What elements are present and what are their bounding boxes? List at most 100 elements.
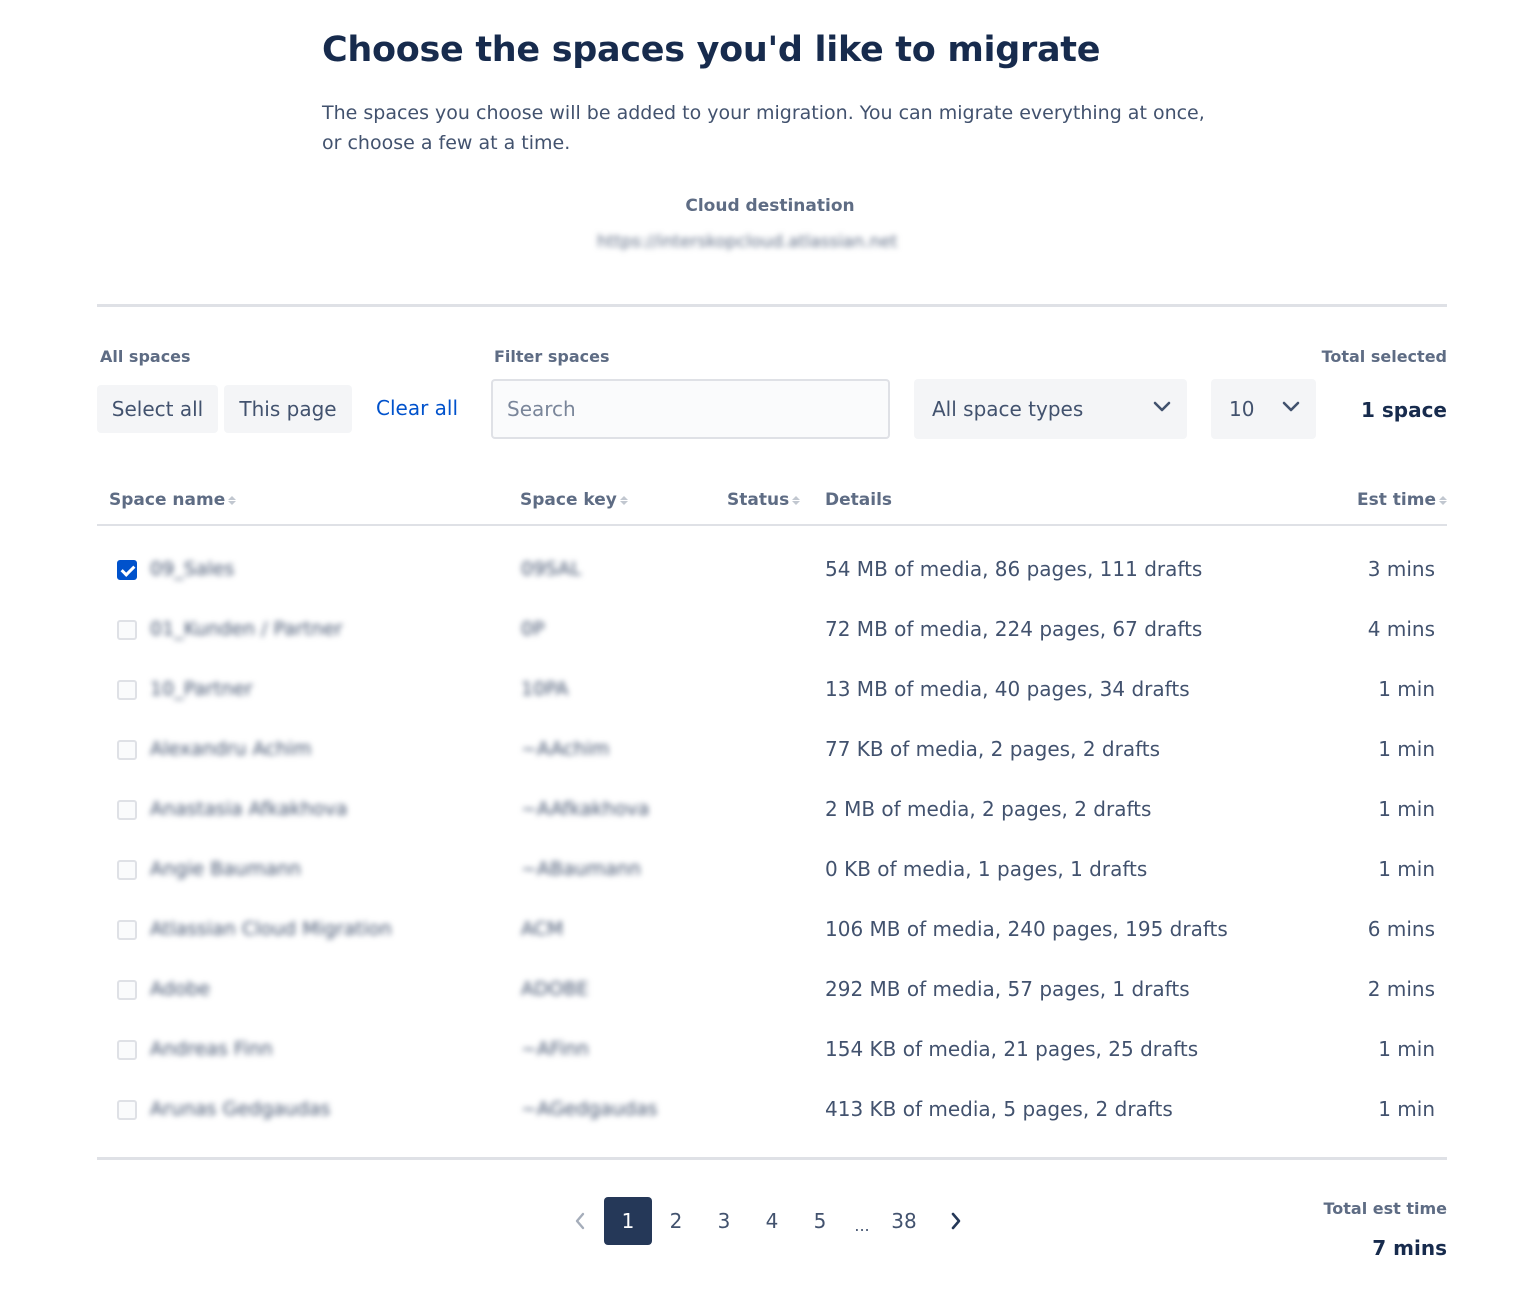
previous-page-button[interactable]	[560, 1197, 600, 1245]
page-size-select[interactable]: 10	[1211, 379, 1316, 439]
table-row: Angie Baumann ~ABaumann 0 KB of media, 1…	[97, 841, 1447, 901]
page-button-2[interactable]: 2	[652, 1197, 700, 1245]
clear-all-button[interactable]: Clear all	[376, 396, 458, 420]
space-est-time: 1 min	[1378, 1037, 1435, 1061]
space-name: Anastasia Afkakhova	[150, 798, 348, 820]
page-button-4[interactable]: 4	[748, 1197, 796, 1245]
space-details: 13 MB of media, 40 pages, 34 drafts	[825, 677, 1190, 701]
page-button-38[interactable]: 38	[880, 1197, 928, 1245]
pagination-ellipsis: ...	[854, 1215, 870, 1235]
column-header-details: Details	[825, 490, 893, 510]
page-title: Choose the spaces you'd like to migrate	[322, 30, 1101, 70]
space-key: ~AGedgaudas	[521, 1098, 658, 1120]
sort-icon	[228, 495, 237, 505]
space-est-time: 1 min	[1378, 1097, 1435, 1121]
table-row: Arunas Gedgaudas ~AGedgaudas 413 KB of m…	[97, 1081, 1447, 1141]
space-key: ~ABaumann	[521, 858, 641, 880]
space-key: ADOBE	[521, 978, 589, 1000]
column-header-space-key[interactable]: Space key	[520, 490, 628, 510]
space-key: 0P	[521, 618, 545, 640]
space-key: ~AAchim	[521, 738, 610, 760]
sort-icon	[1439, 495, 1447, 505]
table-row: 09_Sales 09SAL 54 MB of media, 86 pages,…	[97, 541, 1447, 601]
total-est-time-label: Total est time	[1323, 1199, 1447, 1218]
space-est-time: 6 mins	[1367, 917, 1435, 941]
row-checkbox[interactable]	[117, 1100, 137, 1120]
space-types-select[interactable]: All space types	[914, 379, 1187, 439]
page-button-5[interactable]: 5	[796, 1197, 844, 1245]
space-key: ~AFinn	[521, 1038, 589, 1060]
column-header-status[interactable]: Status	[727, 490, 801, 510]
space-name: Alexandru Achim	[150, 738, 312, 760]
chevron-down-icon	[1153, 401, 1171, 412]
space-details: 72 MB of media, 224 pages, 67 drafts	[825, 617, 1203, 641]
space-name: 09_Sales	[150, 558, 235, 580]
space-details: 154 KB of media, 21 pages, 25 drafts	[825, 1037, 1199, 1061]
total-selected-label: Total selected	[1321, 347, 1447, 366]
chevron-left-icon	[575, 1212, 585, 1230]
table-footer-divider	[97, 1157, 1447, 1160]
row-checkbox[interactable]	[117, 680, 137, 700]
total-est-time-value: 7 mins	[1372, 1236, 1447, 1260]
row-checkbox[interactable]	[117, 620, 137, 640]
search-input[interactable]	[491, 379, 890, 439]
space-details: 54 MB of media, 86 pages, 111 drafts	[825, 557, 1203, 581]
chevron-down-icon	[1282, 401, 1300, 412]
cloud-destination-label: Cloud destination	[685, 196, 855, 216]
space-details: 413 KB of media, 5 pages, 2 drafts	[825, 1097, 1173, 1121]
space-details: 292 MB of media, 57 pages, 1 drafts	[825, 977, 1190, 1001]
space-est-time: 3 mins	[1367, 557, 1435, 581]
all-spaces-label: All spaces	[100, 347, 191, 366]
chevron-right-icon	[951, 1212, 961, 1230]
select-all-button[interactable]: Select all	[97, 385, 218, 433]
space-name: Andreas Finn	[150, 1038, 273, 1060]
space-est-time: 1 min	[1378, 857, 1435, 881]
sort-icon	[792, 495, 801, 505]
row-checkbox[interactable]	[117, 1040, 137, 1060]
space-est-time: 1 min	[1378, 677, 1435, 701]
table-row: Andreas Finn ~AFinn 154 KB of media, 21 …	[97, 1021, 1447, 1081]
column-header-est-time[interactable]: Est time	[1357, 490, 1447, 510]
row-checkbox[interactable]	[117, 920, 137, 940]
space-key: 09SAL	[521, 558, 582, 580]
space-name: Atlassian Cloud Migration	[150, 918, 392, 940]
cloud-destination-url: https://interskopcloud.atlassian.net	[597, 232, 898, 252]
sort-icon	[619, 495, 628, 505]
table-row: Alexandru Achim ~AAchim 77 KB of media, …	[97, 721, 1447, 781]
this-page-button[interactable]: This page	[224, 385, 352, 433]
space-types-value: All space types	[932, 397, 1084, 421]
row-checkbox[interactable]	[117, 800, 137, 820]
row-checkbox[interactable]	[117, 980, 137, 1000]
space-est-time: 2 mins	[1367, 977, 1435, 1001]
space-name: Angie Baumann	[150, 858, 302, 880]
space-est-time: 1 min	[1378, 797, 1435, 821]
row-checkbox[interactable]	[117, 560, 137, 580]
total-selected-value: 1 space	[1360, 398, 1447, 422]
space-details: 2 MB of media, 2 pages, 2 drafts	[825, 797, 1152, 821]
filter-spaces-label: Filter spaces	[494, 347, 610, 366]
space-key: ~AAfkakhova	[521, 798, 650, 820]
space-details: 0 KB of media, 1 pages, 1 drafts	[825, 857, 1148, 881]
space-name: 10_Partner	[150, 678, 253, 700]
column-header-space-name[interactable]: Space name	[109, 490, 237, 510]
space-details: 106 MB of media, 240 pages, 195 drafts	[825, 917, 1228, 941]
pagination: 1 2 3 4 5 ... 38	[560, 1197, 976, 1245]
page-button-1[interactable]: 1	[604, 1197, 652, 1245]
space-name: 01_Kunden / Partner	[150, 618, 343, 640]
space-key: ACM	[521, 918, 564, 940]
row-checkbox[interactable]	[117, 740, 137, 760]
table-row: Atlassian Cloud Migration ACM 106 MB of …	[97, 901, 1447, 961]
page-description: The spaces you choose will be added to y…	[322, 102, 1205, 154]
space-key: 10PA	[521, 678, 569, 700]
row-checkbox[interactable]	[117, 860, 137, 880]
table-row: Anastasia Afkakhova ~AAfkakhova 2 MB of …	[97, 781, 1447, 841]
space-name: Arunas Gedgaudas	[150, 1098, 331, 1120]
table-row: Adobe ADOBE 292 MB of media, 57 pages, 1…	[97, 961, 1447, 1021]
page-size-value: 10	[1229, 397, 1255, 421]
page-button-3[interactable]: 3	[700, 1197, 748, 1245]
space-est-time: 1 min	[1378, 737, 1435, 761]
space-name: Adobe	[150, 978, 211, 1000]
table-row: 10_Partner 10PA 13 MB of media, 40 pages…	[97, 661, 1447, 721]
table-row: 01_Kunden / Partner 0P 72 MB of media, 2…	[97, 601, 1447, 661]
next-page-button[interactable]	[936, 1197, 976, 1245]
